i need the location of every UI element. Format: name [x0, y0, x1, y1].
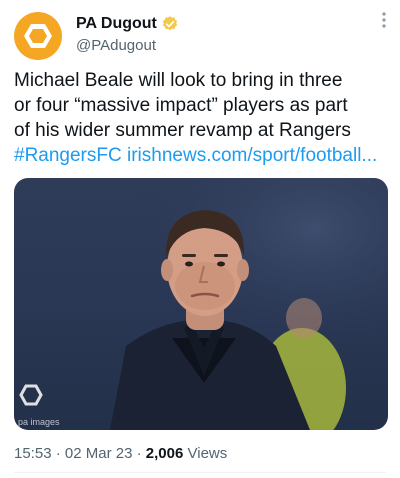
hashtag-link[interactable]: #RangersFC: [14, 145, 122, 166]
tweet-text-line: or four “massive impact” players as part: [14, 95, 348, 116]
views-label: Views: [187, 445, 228, 462]
tweet-links-line: #RangersFC irishnews.com/sport/football.…: [14, 143, 390, 168]
views-count: 2,006: [145, 445, 184, 462]
author-block: PA Dugout @PAdugout: [76, 14, 179, 56]
meta-separator: ·: [55, 445, 61, 462]
meta-separator: ·: [136, 445, 142, 462]
tweet-time[interactable]: 15:53: [14, 445, 52, 462]
verified-badge-icon: [162, 16, 177, 31]
avatar[interactable]: [14, 12, 62, 60]
photo-watermark: pa images: [18, 417, 60, 427]
photo-illustration: [14, 178, 388, 430]
author-handle[interactable]: @PAdugout: [76, 36, 179, 56]
tweet-text-line: Michael Beale will look to bring in thre…: [14, 70, 343, 91]
tweet-header: PA Dugout @PAdugout: [14, 12, 386, 60]
tweet-text: Michael Beale will look to bring in thre…: [14, 68, 390, 168]
tweet-text-line: of his wider summer revamp at Rangers: [14, 120, 351, 141]
article-link[interactable]: irishnews.com/sport/football...: [127, 145, 377, 166]
more-vertical-icon: [382, 12, 386, 28]
author-name-row[interactable]: PA Dugout: [76, 14, 179, 34]
tweet-date[interactable]: 02 Mar 23: [65, 445, 133, 462]
tweet-photo[interactable]: pa images: [14, 178, 388, 430]
divider: [14, 472, 386, 473]
more-options-button[interactable]: [382, 12, 386, 34]
pa-hexagon-logo-icon: [24, 24, 52, 48]
tweet-meta: 15:53 · 02 Mar 23 · 2,006 Views: [14, 444, 227, 464]
author-display-name[interactable]: PA Dugout: [76, 14, 157, 34]
